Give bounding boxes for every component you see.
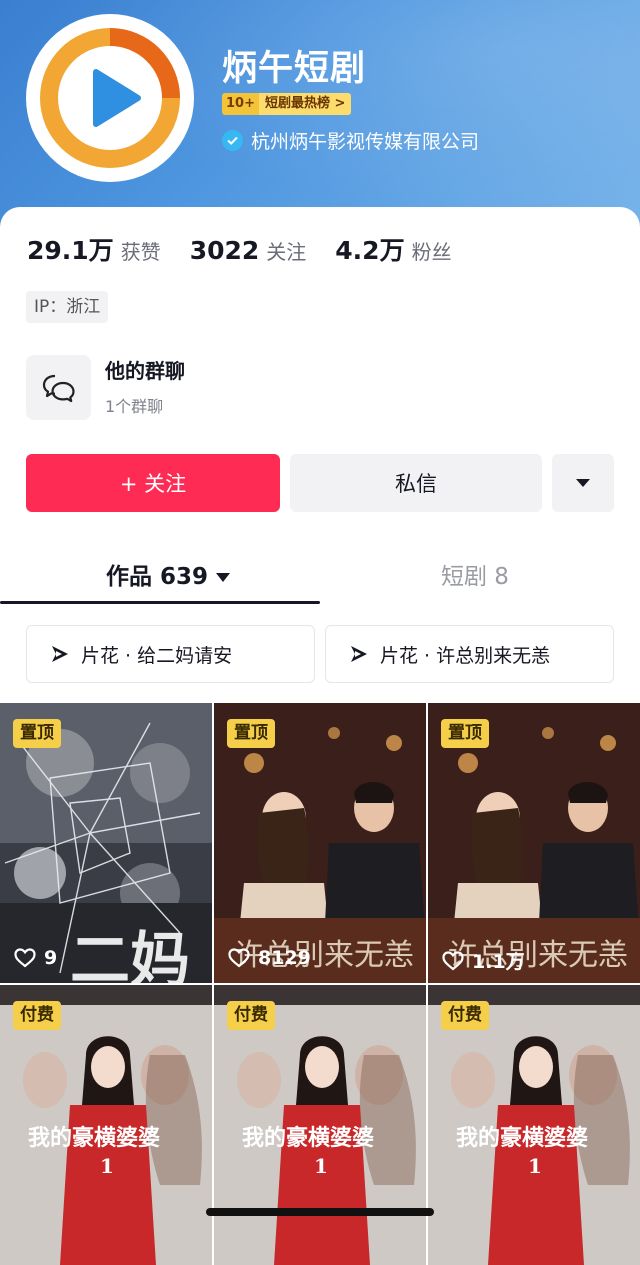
video-tile[interactable]: 我的豪横婆婆 1 付费 — [0, 985, 212, 1265]
video-tag: 付费 — [441, 1001, 489, 1030]
clip-collection-1[interactable]: 片花 · 给二妈请安 — [26, 625, 315, 683]
home-indicator[interactable] — [206, 1208, 434, 1216]
follow-button[interactable]: + 关注 — [26, 454, 280, 512]
more-button[interactable] — [552, 454, 614, 512]
profile-card: 29.1万 获赞 3022 关注 4.2万 粉丝 IP：浙江 他的群聊 1个群聊… — [0, 207, 640, 1265]
clip-collection-label: 片花 · 给二妈请安 — [81, 644, 233, 667]
ip-location-badge: IP：浙江 — [26, 291, 109, 323]
play-logo-icon — [351, 646, 367, 662]
svg-text:1: 1 — [314, 1154, 328, 1178]
stat-label: 粉丝 — [411, 240, 452, 264]
stat-value: 4.2万 — [335, 236, 405, 265]
heart-icon — [14, 948, 36, 968]
clip-collection-label: 片花 · 许总别来无恙 — [380, 644, 551, 667]
svg-text:我的豪横婆婆: 我的豪横婆婆 — [242, 1125, 374, 1151]
avatar-logo-icon — [30, 18, 190, 178]
profile-name: 炳午短剧 — [222, 49, 367, 89]
stat-following[interactable]: 3022 关注 — [190, 236, 307, 265]
caret-down-icon — [216, 573, 231, 582]
stats-row: 29.1万 获赞 3022 关注 4.2万 粉丝 — [27, 231, 481, 267]
svg-text:1: 1 — [528, 1154, 542, 1178]
video-likes: 9 — [14, 947, 57, 969]
rank-number: 10+ — [222, 93, 259, 115]
triangle-down-icon — [576, 479, 590, 487]
tab-works-label: 作品 639 — [106, 564, 209, 590]
chat-bubbles-icon — [26, 355, 91, 420]
tab-short-dramas[interactable]: 短剧 8 — [441, 557, 509, 591]
group-chat-entry[interactable]: 他的群聊 1个群聊 — [26, 355, 185, 420]
content-tabs: 作品 639 短剧 8 — [0, 547, 640, 605]
video-tag: 置顶 — [441, 719, 489, 748]
likes-count: 9 — [44, 947, 58, 969]
video-tag: 付费 — [227, 1001, 275, 1030]
svg-text:1: 1 — [100, 1154, 114, 1178]
stat-likes[interactable]: 29.1万 获赞 — [27, 231, 161, 267]
stat-label: 关注 — [266, 240, 307, 264]
verified-org: 杭州炳午影视传媒有限公司 — [222, 127, 479, 154]
stat-value: 3022 — [189, 236, 260, 265]
heart-icon — [228, 948, 250, 968]
avatar[interactable] — [26, 14, 194, 182]
video-likes: 8129 — [228, 947, 311, 969]
stat-label: 获赞 — [120, 240, 161, 264]
svg-text:我的豪横婆婆: 我的豪横婆婆 — [28, 1125, 160, 1151]
heart-icon — [442, 950, 464, 970]
video-tag: 置顶 — [13, 719, 61, 748]
play-logo-icon — [52, 646, 68, 662]
profile-header: 炳午短剧 10+ 短剧最热榜 > 杭州炳午影视传媒有限公司 — [0, 0, 640, 240]
message-button[interactable]: 私信 — [290, 454, 542, 512]
svg-text:我的豪横婆婆: 我的豪横婆婆 — [456, 1125, 588, 1151]
video-tile[interactable]: 我的豪横婆婆 1 付费 — [214, 985, 426, 1265]
video-likes: 1.1万 — [442, 947, 525, 974]
likes-count: 1.1万 — [472, 951, 525, 973]
video-tag: 置顶 — [227, 719, 275, 748]
svg-text:二妈: 二妈 — [70, 926, 190, 983]
video-tile[interactable]: 许总别来无恙 置顶 1.1万 — [428, 703, 640, 983]
stat-followers[interactable]: 4.2万 粉丝 — [335, 231, 451, 267]
active-tab-indicator — [0, 601, 320, 604]
video-tag: 付费 — [13, 1001, 61, 1030]
clip-collections: 片花 · 给二妈请安 片花 · 许总别来无恙 — [26, 625, 616, 683]
video-tile[interactable]: 二妈 置顶 9 — [0, 703, 212, 983]
rank-label: 短剧最热榜 > — [258, 93, 352, 115]
group-chat-count: 1个群聊 — [105, 396, 164, 416]
likes-count: 8129 — [258, 947, 311, 969]
video-tile[interactable]: 我的豪横婆婆 1 付费 — [428, 985, 640, 1265]
video-tile[interactable]: 许总别来无恙 置顶 8129 — [214, 703, 426, 983]
verified-org-name: 杭州炳午影视传媒有限公司 — [251, 131, 480, 153]
stat-value: 29.1万 — [27, 236, 114, 265]
group-chat-title: 他的群聊 — [105, 358, 185, 383]
verified-check-icon — [222, 130, 243, 151]
clip-collection-2[interactable]: 片花 · 许总别来无恙 — [325, 625, 614, 683]
rank-badge[interactable]: 10+ 短剧最热榜 > — [222, 93, 352, 115]
tab-works[interactable]: 作品 639 — [106, 557, 231, 591]
